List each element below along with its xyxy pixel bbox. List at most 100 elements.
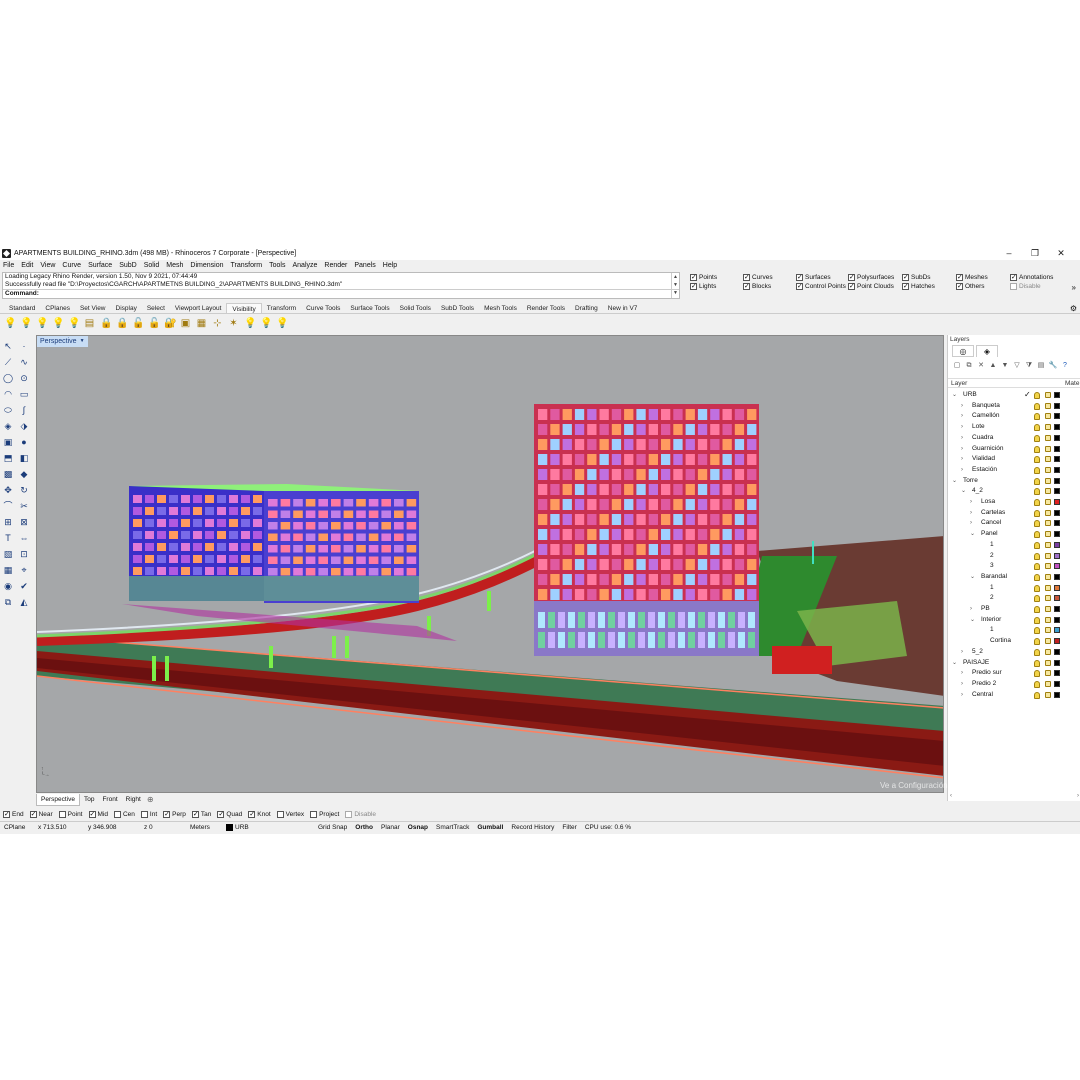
chevron-down-icon[interactable]: ⌄ xyxy=(952,390,957,400)
layer-color-swatch[interactable] xyxy=(1054,606,1060,612)
layer-color-swatch[interactable] xyxy=(1054,648,1060,655)
layer-row[interactable]: 1 xyxy=(948,583,1080,594)
isolate-icon[interactable]: 💡 xyxy=(244,318,256,329)
layer-color-swatch[interactable] xyxy=(1054,670,1060,677)
layer-row[interactable]: 1 xyxy=(948,625,1080,636)
osnap-checkbox[interactable] xyxy=(191,810,199,818)
close-button[interactable]: ✕ xyxy=(1048,246,1074,260)
join-icon[interactable]: ⊞ xyxy=(2,516,14,528)
menu-render[interactable]: Render xyxy=(324,260,347,271)
layer-color-swatch[interactable] xyxy=(1054,402,1060,409)
move-to-parent-icon[interactable]: ▽ xyxy=(1012,361,1022,371)
layer-row[interactable]: 3 xyxy=(948,561,1080,572)
box-icon[interactable]: ▣ xyxy=(2,436,14,448)
tab-transform[interactable]: Transform xyxy=(262,303,301,313)
lock-icon[interactable] xyxy=(1045,531,1051,538)
menu-view[interactable]: View xyxy=(40,260,55,271)
filter-checkbox[interactable] xyxy=(902,282,909,290)
filter-checkbox[interactable] xyxy=(796,273,803,281)
layer-row[interactable]: › PB xyxy=(948,604,1080,615)
visibility-bulb-icon[interactable] xyxy=(1034,488,1040,496)
lock-icon[interactable] xyxy=(1045,477,1051,484)
filter-checkbox[interactable] xyxy=(1010,283,1017,290)
lock-icon[interactable]: 🔒 xyxy=(100,318,112,329)
layer-row[interactable]: › Cartelas xyxy=(948,508,1080,519)
layer-row[interactable]: ⌄ Interior xyxy=(948,615,1080,626)
lock-icon[interactable] xyxy=(1045,691,1051,698)
lock-icon[interactable] xyxy=(1045,680,1051,687)
filter-checkbox[interactable] xyxy=(743,273,750,281)
lock-icon[interactable] xyxy=(1045,434,1051,441)
grid-icon[interactable]: ▦ xyxy=(196,318,207,329)
fillet-icon[interactable]: ⌒ xyxy=(2,500,14,512)
osnap-checkbox[interactable] xyxy=(310,811,318,818)
minimize-button[interactable]: – xyxy=(996,246,1022,260)
lock-icon[interactable] xyxy=(1045,445,1051,452)
unlock-icon[interactable]: 🔓 xyxy=(132,318,144,329)
visibility-bulb-icon[interactable] xyxy=(1034,456,1040,464)
filter-curves[interactable]: Curves xyxy=(743,273,773,282)
render-icon[interactable]: ◉ xyxy=(2,580,14,592)
lock-icon[interactable] xyxy=(1045,670,1051,677)
hide-objects-icon[interactable]: 💡 xyxy=(20,318,32,329)
filter-checkbox[interactable] xyxy=(956,282,963,290)
chevron-right-icon[interactable]: › xyxy=(961,444,963,454)
layer-icon[interactable]: ⧉ xyxy=(2,596,14,608)
layer-row[interactable]: › Central xyxy=(948,690,1080,701)
polyline-icon[interactable]: ⟋ xyxy=(2,356,14,368)
lock-icon[interactable] xyxy=(1045,392,1051,398)
hatch-icon[interactable]: ▧ xyxy=(2,548,14,560)
filter-checkbox[interactable] xyxy=(690,282,697,290)
chevron-right-icon[interactable]: › xyxy=(961,647,963,657)
layer-row[interactable]: › Vialidad xyxy=(948,454,1080,465)
layer-row[interactable]: 2 xyxy=(948,593,1080,604)
layer-row[interactable]: › Camellón xyxy=(948,411,1080,422)
chevron-down-icon[interactable]: ⌄ xyxy=(970,529,975,539)
layer-color-swatch[interactable] xyxy=(1054,638,1060,645)
chevron-right-icon[interactable]: › xyxy=(970,518,972,528)
block-icon[interactable]: ⊡ xyxy=(18,548,30,560)
lock-icon[interactable] xyxy=(1045,627,1051,634)
show-objects-icon[interactable]: 💡 xyxy=(4,318,16,329)
visibility-bulb-icon[interactable] xyxy=(1034,531,1040,539)
layer-color-swatch[interactable] xyxy=(1054,499,1060,505)
visibility-bulb-icon[interactable] xyxy=(1034,520,1040,528)
smarttrack-toggle[interactable]: SmartTrack xyxy=(432,822,473,833)
lock-icon[interactable] xyxy=(1045,424,1051,431)
lock-swap-icon[interactable]: 🔐 xyxy=(164,318,176,329)
osnap-checkbox[interactable] xyxy=(276,811,284,818)
select-points-icon[interactable]: ⊹ xyxy=(212,318,223,329)
layer-color-swatch[interactable] xyxy=(1054,424,1060,431)
lock-icon[interactable] xyxy=(1045,648,1051,655)
layer-row[interactable]: › Cancel xyxy=(948,518,1080,529)
visibility-bulb-icon[interactable] xyxy=(1034,563,1040,571)
visibility-bulb-icon[interactable] xyxy=(1034,670,1040,678)
osnap-checkbox[interactable] xyxy=(345,811,353,818)
menu-mesh[interactable]: Mesh xyxy=(166,260,183,271)
gear-icon[interactable]: ⚙ xyxy=(1070,303,1077,314)
tab-cplanes[interactable]: CPlanes xyxy=(40,303,75,313)
circle-icon[interactable]: ◯ xyxy=(2,372,14,384)
visibility-bulb-icon[interactable] xyxy=(1034,445,1040,453)
filter-points[interactable]: Points xyxy=(690,273,717,282)
layer-color-swatch[interactable] xyxy=(1054,552,1060,559)
layer-color-swatch[interactable] xyxy=(1054,466,1060,473)
layer-color-swatch[interactable] xyxy=(1054,541,1060,548)
sphere-icon[interactable]: ● xyxy=(18,436,30,448)
layer-row[interactable]: ⌄ 4_2 xyxy=(948,486,1080,497)
perspective-viewport[interactable]: Perspective ▼ ↑ └→ xyxy=(36,335,944,793)
filter-checkbox[interactable] xyxy=(743,282,750,290)
panel-horizontal-scrollbar[interactable]: ‹ › xyxy=(948,793,1080,801)
filter-hatches[interactable]: Hatches xyxy=(902,282,935,291)
grid-snap-toggle[interactable]: Grid Snap xyxy=(314,822,351,833)
menu-subd[interactable]: SubD xyxy=(119,260,137,271)
new-sublayer-icon[interactable]: ⧉ xyxy=(964,361,974,371)
viewport-tab-perspective[interactable]: Perspective xyxy=(36,793,80,806)
settings-icon[interactable]: 🔧 xyxy=(1048,361,1058,371)
unlock-selected-icon[interactable]: 🔓 xyxy=(148,318,160,329)
command-scrollbar[interactable]: ▲ ▼ ▼ xyxy=(671,273,679,298)
osnap-tan[interactable]: Tan xyxy=(191,810,211,818)
layer-row[interactable]: ⌄ Torre xyxy=(948,476,1080,487)
filter-expand-icon[interactable]: » xyxy=(1072,283,1076,292)
visibility-bulb-icon[interactable] xyxy=(1034,680,1040,688)
